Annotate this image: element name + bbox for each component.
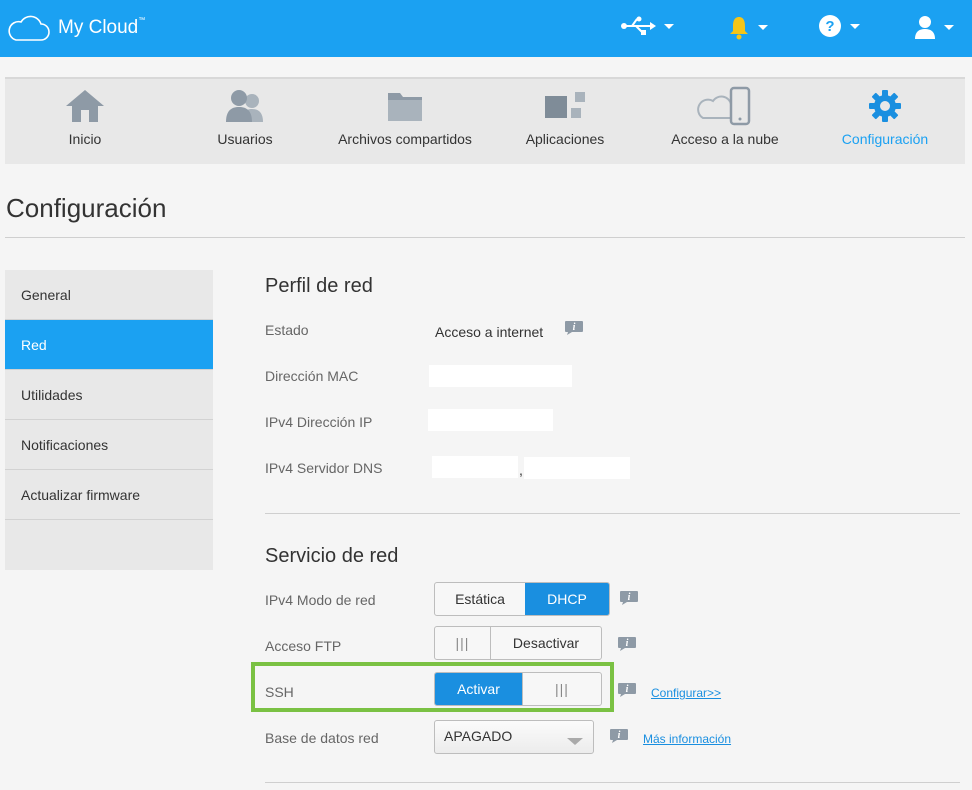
users-icon xyxy=(226,90,263,122)
cloud-device-icon xyxy=(697,86,751,126)
db-select[interactable]: APAGADO xyxy=(434,720,594,754)
settings-sidebar: General Red Utilidades Notificaciones Ac… xyxy=(5,270,213,570)
info-icon[interactable]: i xyxy=(619,590,639,606)
divider xyxy=(265,513,960,514)
sidebar-item-general[interactable]: General xyxy=(5,270,213,320)
status-label: Estado xyxy=(265,322,309,338)
drag-handle-icon: ||| xyxy=(455,635,470,651)
chevron-down-icon xyxy=(850,23,860,29)
user-icon xyxy=(915,16,935,39)
user-menu[interactable] xyxy=(914,14,954,40)
ftp-toggle[interactable]: ||| Desactivar xyxy=(434,626,602,660)
info-icon[interactable]: i xyxy=(609,728,629,744)
nav-label: Configuración xyxy=(841,131,929,147)
nav-item-archivos[interactable]: Archivos compartidos xyxy=(325,79,485,166)
top-bar: My Cloud™ ? xyxy=(0,0,972,57)
home-icon xyxy=(66,90,104,122)
mode-dhcp-button[interactable]: DHCP xyxy=(525,583,609,615)
dns-secondary-value xyxy=(524,457,630,479)
info-icon[interactable]: i xyxy=(617,636,637,652)
dns-primary-value xyxy=(432,456,518,478)
info-icon[interactable]: i xyxy=(564,320,584,336)
nav-item-acceso-nube[interactable]: Acceso a la nube xyxy=(645,79,805,166)
nav-item-inicio[interactable]: Inicio xyxy=(5,79,165,166)
db-label: Base de datos red xyxy=(265,730,379,746)
ssh-highlight-frame xyxy=(251,662,614,712)
chevron-down-icon xyxy=(944,24,954,30)
mac-label: Dirección MAC xyxy=(265,368,359,384)
cloud-logo-icon xyxy=(8,15,50,41)
apps-icon xyxy=(545,92,585,118)
chevron-down-icon xyxy=(567,738,583,745)
svg-text:i: i xyxy=(618,730,621,741)
svg-text:?: ? xyxy=(825,18,834,35)
nav-label: Inicio xyxy=(68,131,102,147)
svg-text:i: i xyxy=(626,638,629,649)
help-icon: ? xyxy=(819,15,841,37)
ip-label: IPv4 Dirección IP xyxy=(265,414,373,430)
section-title-servicio: Servicio de red xyxy=(265,545,399,567)
svg-text:i: i xyxy=(573,322,576,333)
bell-icon xyxy=(730,17,748,40)
info-icon[interactable]: i xyxy=(617,682,637,698)
dns-separator: , xyxy=(519,462,523,478)
sidebar-item-red[interactable]: Red xyxy=(5,320,213,370)
nav-label: Usuarios xyxy=(217,131,273,147)
more-info-link[interactable]: Más información xyxy=(643,732,731,746)
nav-label: Aplicaciones xyxy=(525,131,605,147)
nav-item-aplicaciones[interactable]: Aplicaciones xyxy=(485,79,645,166)
divider xyxy=(265,782,960,783)
status-value: Acceso a internet xyxy=(435,324,544,340)
ftp-state: Desactivar xyxy=(490,627,601,659)
logo[interactable]: My Cloud™ xyxy=(6,14,145,42)
usb-icon xyxy=(621,16,656,35)
nav-item-usuarios[interactable]: Usuarios xyxy=(165,79,325,166)
nav-label: Archivos compartidos xyxy=(338,131,472,147)
nav-label: Acceso a la nube xyxy=(671,131,779,147)
chevron-down-icon xyxy=(664,23,674,29)
ipv4-mode-toggle: Estática DHCP xyxy=(434,582,610,616)
sidebar-item-actualizar-firmware[interactable]: Actualizar firmware xyxy=(5,470,213,520)
dns-label: IPv4 Servidor DNS xyxy=(265,460,383,476)
section-title-perfil: Perfil de red xyxy=(265,275,373,297)
chevron-down-icon xyxy=(758,24,768,30)
main-nav: Inicio Usuarios Archivos compartidos Apl… xyxy=(5,77,965,164)
svg-text:i: i xyxy=(626,684,629,695)
notifications-menu[interactable] xyxy=(728,14,768,40)
gear-icon xyxy=(869,90,901,122)
svg-text:i: i xyxy=(628,592,631,603)
page-title: Configuración xyxy=(6,193,167,223)
folder-icon xyxy=(388,93,422,121)
app-title: My Cloud™ xyxy=(58,17,146,38)
ssh-configure-link[interactable]: Configurar>> xyxy=(651,686,721,700)
sidebar-item-utilidades[interactable]: Utilidades xyxy=(5,370,213,420)
sidebar-item-notificaciones[interactable]: Notificaciones xyxy=(5,420,213,470)
mode-static-button[interactable]: Estática xyxy=(435,583,525,615)
db-select-value: APAGADO xyxy=(444,728,513,744)
divider xyxy=(5,237,965,238)
nav-item-configuracion[interactable]: Configuración xyxy=(805,79,965,166)
usb-menu[interactable] xyxy=(620,14,674,38)
ftp-label: Acceso FTP xyxy=(265,638,342,654)
ipv4-mode-label: IPv4 Modo de red xyxy=(265,592,376,608)
ip-value xyxy=(428,409,553,431)
mac-value xyxy=(429,365,572,387)
help-menu[interactable]: ? xyxy=(818,14,860,38)
